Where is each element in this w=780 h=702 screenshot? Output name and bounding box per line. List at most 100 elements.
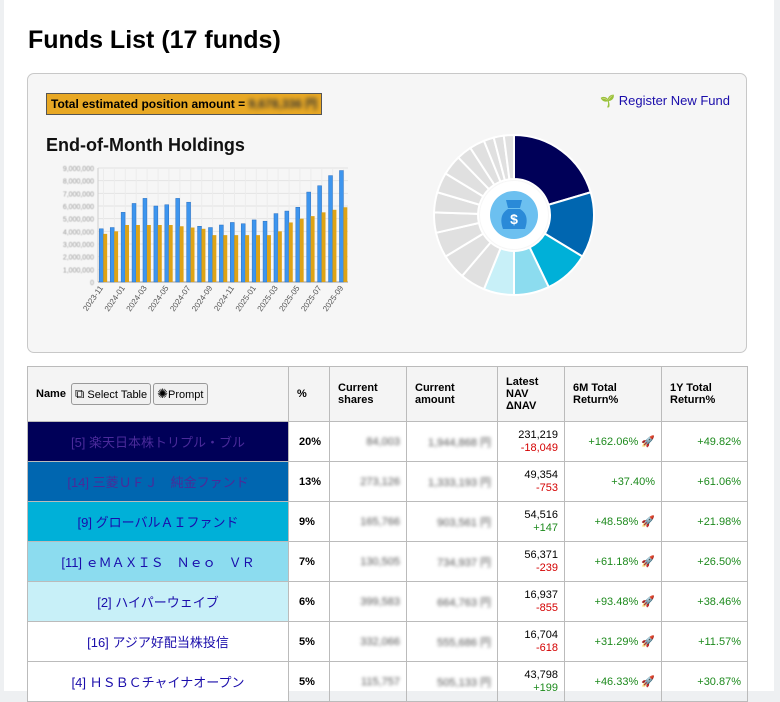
shares-cell: 115,757: [329, 661, 407, 702]
bar: [99, 228, 104, 283]
bar: [256, 235, 261, 282]
fund-name-cell: [14] 三菱ＵＦＪ 純金ファンド: [27, 461, 289, 502]
bar: [317, 185, 322, 283]
bar: [328, 175, 333, 283]
bar: [109, 227, 115, 283]
bar: [131, 203, 137, 283]
pct-cell: 7%: [288, 541, 330, 582]
return-1y-cell: +49.82%: [661, 421, 748, 462]
shares-cell: 399,583: [329, 581, 407, 622]
shares-cell: 165,766: [329, 501, 407, 542]
header-6m-return[interactable]: 6M Total Return%: [564, 366, 662, 422]
header-shares[interactable]: Current shares: [329, 366, 407, 422]
y-tick-label: 5,000,000: [63, 217, 94, 224]
bar: [219, 224, 224, 283]
nav-cell: 56,371 -239: [497, 541, 565, 582]
table-row: [9] グローバルＡＩファンド 9% 165,766 903,561 円 54,516 +…: [27, 501, 748, 542]
copy-icon: ⧉: [75, 386, 85, 401]
return-6m-cell: +93.48% 🚀: [564, 581, 662, 622]
y-tick-label: 4,000,000: [63, 229, 94, 236]
x-tick-label: 2024-03: [125, 284, 150, 314]
x-tick-label: 2025-03: [256, 284, 281, 314]
bar: [240, 223, 246, 283]
bar: [321, 212, 326, 282]
amount-cell: 505,133 円: [406, 661, 498, 702]
bar: [223, 235, 228, 282]
header-amount[interactable]: Current amount: [406, 366, 498, 422]
pct-cell: 9%: [288, 501, 330, 542]
nav-cell: 54,516 +147: [497, 501, 565, 542]
fund-link[interactable]: [14] 三菱ＵＦＪ 純金ファンド: [67, 475, 248, 490]
x-tick-label: 2024-05: [146, 284, 171, 314]
table-row: [11] ｅＭＡＸＩＳ Ｎｅｏ ＶＲ 7% 130,505 734,937 円 56,3…: [27, 541, 748, 582]
fund-link[interactable]: [16] アジア好配当株投信: [87, 635, 229, 650]
fund-name-cell: [4] ＨＳＢＣチャイナオープン: [27, 661, 289, 702]
page-title: Funds List (17 funds): [28, 26, 281, 54]
return-1y-cell: +61.06%: [661, 461, 748, 502]
bar: [120, 212, 126, 283]
bar: [343, 207, 348, 282]
fund-link[interactable]: [11] ｅＭＡＸＩＳ Ｎｅｏ ＶＲ: [61, 555, 254, 570]
total-label: Total estimated position amount =: [51, 97, 246, 111]
fund-link[interactable]: [4] ＨＳＢＣチャイナオープン: [72, 675, 245, 690]
money-bag-icon: $: [490, 191, 538, 239]
header-nav[interactable]: Latest NAV ΔNAV: [497, 366, 565, 422]
fund-link[interactable]: [9] グローバルＡＩファンド: [78, 515, 239, 530]
summary-card: Total estimated position amount = 9,678,…: [27, 73, 747, 353]
nav-cell: 49,354 -753: [497, 461, 565, 502]
fund-link[interactable]: [5] 楽天日本株トリプル・ブル: [71, 435, 245, 450]
select-table-button[interactable]: ⧉ Select Table: [71, 383, 152, 405]
bar: [251, 219, 257, 283]
bar: [230, 222, 235, 283]
header-name: Name ⧉ Select Table ✺Prompt: [27, 366, 289, 422]
table-row: [2] ハイパーウェイブ 6% 399,583 664,763 円 16,937 -855…: [27, 581, 748, 622]
bar: [332, 209, 337, 282]
bar: [339, 170, 344, 283]
bar: [157, 225, 162, 282]
total-value: 9,678,336 円: [248, 97, 318, 111]
y-tick-label: 7,000,000: [63, 191, 94, 198]
bar: [168, 225, 173, 282]
amount-cell: 903,561 円: [406, 501, 498, 542]
bar: [186, 201, 191, 283]
shares-cell: 84,003: [329, 421, 407, 462]
return-6m-cell: +37.40%: [564, 461, 662, 502]
fund-name-cell: [9] グローバルＡＩファンド: [27, 501, 289, 542]
bar: [208, 227, 213, 283]
nav-cell: 231,219 -18,049: [497, 421, 565, 462]
prompt-button[interactable]: ✺Prompt: [153, 383, 208, 405]
pct-cell: 6%: [288, 581, 330, 622]
x-tick-label: 2024-07: [168, 284, 193, 314]
bar: [273, 213, 279, 283]
bar: [266, 235, 271, 282]
y-tick-label: 9,000,000: [63, 166, 94, 173]
header-pct[interactable]: %: [288, 366, 330, 422]
return-1y-cell: +30.87%: [661, 661, 748, 702]
x-tick-label: 2024-01: [103, 284, 128, 314]
fund-link[interactable]: [2] ハイパーウェイブ: [97, 595, 219, 610]
y-tick-label: 6,000,000: [63, 204, 94, 211]
fund-name-cell: [5] 楽天日本株トリプル・ブル: [27, 421, 289, 462]
return-1y-cell: +26.50%: [661, 541, 748, 582]
y-tick-label: 2,000,000: [63, 255, 94, 262]
bar: [306, 191, 311, 283]
return-6m-cell: +61.18% 🚀: [564, 541, 662, 582]
bar: [135, 225, 140, 282]
return-6m-cell: +162.06% 🚀: [564, 421, 662, 462]
table-row: [5] 楽天日本株トリプル・ブル 20% 84,003 1,944,868 円 231,…: [27, 421, 748, 462]
bar: [234, 235, 239, 282]
bar: [212, 235, 217, 282]
sprout-icon: 🌱: [600, 94, 616, 108]
bar: [288, 222, 293, 282]
return-6m-cell: +48.58% 🚀: [564, 501, 662, 542]
header-1y-return[interactable]: 1Y Total Return%: [661, 366, 748, 422]
nav-cell: 16,704 -618: [497, 621, 565, 662]
allocation-donut-chart: $: [433, 133, 595, 297]
amount-cell: 734,937 円: [406, 541, 498, 582]
funds-table: Name ⧉ Select Table ✺Prompt % Current sha…: [27, 366, 748, 702]
nav-cell: 43,798 +199: [497, 661, 565, 702]
return-1y-cell: +38.46%: [661, 581, 748, 622]
x-tick-label: 2024-09: [190, 284, 215, 314]
amount-cell: 664,763 円: [406, 581, 498, 622]
register-fund-link[interactable]: 🌱 Register New Fund: [600, 93, 730, 108]
